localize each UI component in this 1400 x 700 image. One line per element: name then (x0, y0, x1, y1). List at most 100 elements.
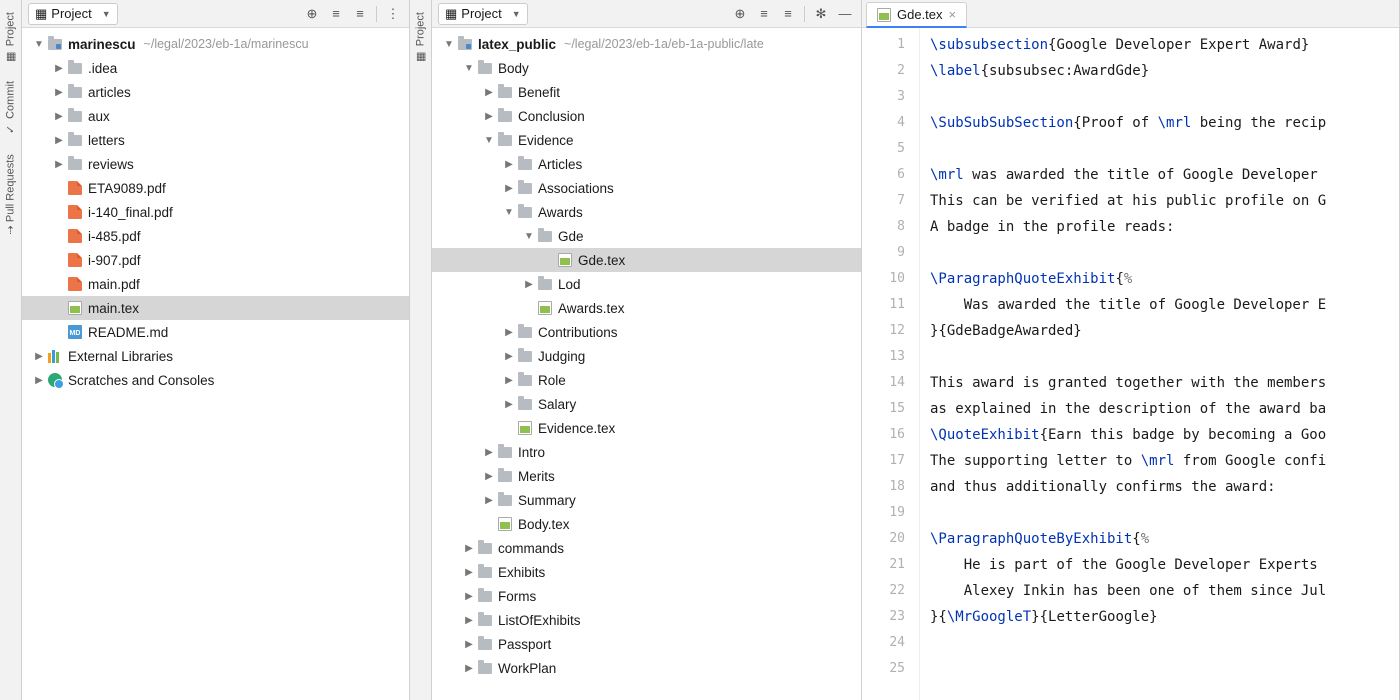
tree-row[interactable]: ▼ Body (432, 56, 861, 80)
gutter-line-number[interactable]: 21 (862, 552, 905, 578)
gutter-line-number[interactable]: 19 (862, 500, 905, 526)
tree-row[interactable]: ▶ External Libraries (22, 344, 409, 368)
gutter-line-number[interactable]: 16 (862, 422, 905, 448)
disclosure-arrow-icon[interactable]: ▶ (52, 159, 66, 170)
gutter-line-number[interactable]: 9 (862, 240, 905, 266)
side-tab-project[interactable]: ▦ Project (412, 4, 429, 71)
disclosure-arrow-icon[interactable]: ▶ (482, 111, 496, 122)
disclosure-arrow-icon[interactable]: ▶ (462, 615, 476, 626)
gutter-line-number[interactable]: 14 (862, 370, 905, 396)
project-tree-mid[interactable]: ▼ latex_public ~/legal/2023/eb-1a/eb-1a-… (432, 28, 861, 700)
tree-row[interactable]: Body.tex (432, 512, 861, 536)
tree-row[interactable]: ▼ Awards (432, 200, 861, 224)
disclosure-arrow-icon[interactable]: ▶ (502, 399, 516, 410)
tree-row[interactable]: Gde.tex (432, 248, 861, 272)
tree-row[interactable]: i-907.pdf (22, 248, 409, 272)
disclosure-arrow-icon[interactable]: ▶ (522, 279, 536, 290)
gutter-line-number[interactable]: 5 (862, 136, 905, 162)
tree-row[interactable]: ▶ Role (432, 368, 861, 392)
gutter-line-number[interactable]: 1 (862, 32, 905, 58)
disclosure-arrow-icon[interactable]: ▶ (32, 375, 46, 386)
disclosure-arrow-icon[interactable]: ▶ (462, 639, 476, 650)
gutter-line-number[interactable]: 12 (862, 318, 905, 344)
tree-row[interactable]: ▶ Passport (432, 632, 861, 656)
disclosure-arrow-icon[interactable]: ▶ (502, 183, 516, 194)
minimize-button[interactable]: — (835, 4, 855, 24)
disclosure-arrow-icon[interactable]: ▶ (52, 63, 66, 74)
side-tab-pull-requests[interactable]: ⇡ Pull Requests (2, 146, 19, 243)
gutter-line-number[interactable]: 10 (862, 266, 905, 292)
disclosure-arrow-icon[interactable]: ▼ (32, 39, 46, 50)
locate-button[interactable]: ⊕ (730, 4, 750, 24)
tree-row[interactable]: ▶ Associations (432, 176, 861, 200)
tree-row[interactable]: ▶ Conclusion (432, 104, 861, 128)
tree-row[interactable]: ▼ Evidence (432, 128, 861, 152)
tree-row[interactable]: ▼ Gde (432, 224, 861, 248)
editor-code-area[interactable]: \subsubsection{Google Developer Expert A… (920, 28, 1399, 700)
project-tree-left[interactable]: ▼ marinescu ~/legal/2023/eb-1a/marinescu… (22, 28, 409, 700)
tree-row[interactable]: ▶ letters (22, 128, 409, 152)
gutter-line-number[interactable]: 22 (862, 578, 905, 604)
project-view-selector[interactable]: ▦ Project ▼ (28, 3, 118, 25)
tree-row[interactable]: ▶ reviews (22, 152, 409, 176)
gutter-line-number[interactable]: 20 (862, 526, 905, 552)
tree-row[interactable]: i-485.pdf (22, 224, 409, 248)
gutter-line-number[interactable]: 3 (862, 84, 905, 110)
disclosure-arrow-icon[interactable]: ▶ (32, 351, 46, 362)
gutter-line-number[interactable]: 2 (862, 58, 905, 84)
tree-row[interactable]: ▶ ListOfExhibits (432, 608, 861, 632)
editor-tab-active[interactable]: Gde.tex × (866, 2, 967, 28)
gutter-line-number[interactable]: 11 (862, 292, 905, 318)
disclosure-arrow-icon[interactable]: ▼ (502, 207, 516, 218)
tree-row[interactable]: README.md (22, 320, 409, 344)
disclosure-arrow-icon[interactable]: ▼ (442, 39, 456, 50)
tree-row[interactable]: ▼ latex_public ~/legal/2023/eb-1a/eb-1a-… (432, 32, 861, 56)
tree-row[interactable]: main.pdf (22, 272, 409, 296)
gutter-line-number[interactable]: 24 (862, 630, 905, 656)
tree-row[interactable]: ▶ Merits (432, 464, 861, 488)
tree-row[interactable]: ▶ Judging (432, 344, 861, 368)
locate-button[interactable]: ⊕ (302, 4, 322, 24)
side-tab-project[interactable]: ▦ Project (2, 4, 19, 71)
tree-row[interactable]: ▶ Salary (432, 392, 861, 416)
gutter-line-number[interactable]: 23 (862, 604, 905, 630)
disclosure-arrow-icon[interactable]: ▼ (522, 231, 536, 242)
tree-row[interactable]: ▶ Scratches and Consoles (22, 368, 409, 392)
gutter-line-number[interactable]: 18 (862, 474, 905, 500)
tree-row[interactable]: ETA9089.pdf (22, 176, 409, 200)
disclosure-arrow-icon[interactable]: ▼ (482, 135, 496, 146)
disclosure-arrow-icon[interactable]: ▶ (462, 663, 476, 674)
tree-row[interactable]: ▶ Exhibits (432, 560, 861, 584)
disclosure-arrow-icon[interactable]: ▶ (462, 567, 476, 578)
disclosure-arrow-icon[interactable]: ▶ (482, 495, 496, 506)
gear-icon[interactable]: ✻ (811, 4, 831, 24)
tree-row[interactable]: ▶ articles (22, 80, 409, 104)
gutter-line-number[interactable]: 13 (862, 344, 905, 370)
expand-all-button[interactable]: ≡ (754, 4, 774, 24)
tree-row[interactable]: ▶ aux (22, 104, 409, 128)
side-tab-commit[interactable]: ✓ Commit (2, 73, 19, 144)
gutter-line-number[interactable]: 17 (862, 448, 905, 474)
disclosure-arrow-icon[interactable]: ▼ (462, 63, 476, 74)
collapse-all-button[interactable]: ≡ (350, 4, 370, 24)
gutter-line-number[interactable]: 4 (862, 110, 905, 136)
disclosure-arrow-icon[interactable]: ▶ (482, 471, 496, 482)
tree-row[interactable]: ▶ .idea (22, 56, 409, 80)
disclosure-arrow-icon[interactable]: ▶ (52, 111, 66, 122)
tree-row[interactable]: ▼ marinescu ~/legal/2023/eb-1a/marinescu (22, 32, 409, 56)
tree-row[interactable]: Evidence.tex (432, 416, 861, 440)
disclosure-arrow-icon[interactable]: ▶ (462, 591, 476, 602)
tree-row[interactable]: ▶ Forms (432, 584, 861, 608)
editor-gutter[interactable]: 1234567891011121314151617181920212223242… (862, 28, 920, 700)
tree-row[interactable]: main.tex (22, 296, 409, 320)
disclosure-arrow-icon[interactable]: ▶ (462, 543, 476, 554)
gutter-line-number[interactable]: 25 (862, 656, 905, 682)
disclosure-arrow-icon[interactable]: ▶ (502, 375, 516, 386)
disclosure-arrow-icon[interactable]: ▶ (502, 159, 516, 170)
expand-all-button[interactable]: ≡ (326, 4, 346, 24)
tree-row[interactable]: ▶ Summary (432, 488, 861, 512)
collapse-all-button[interactable]: ≡ (778, 4, 798, 24)
gutter-line-number[interactable]: 8 (862, 214, 905, 240)
gutter-line-number[interactable]: 7 (862, 188, 905, 214)
disclosure-arrow-icon[interactable]: ▶ (482, 87, 496, 98)
